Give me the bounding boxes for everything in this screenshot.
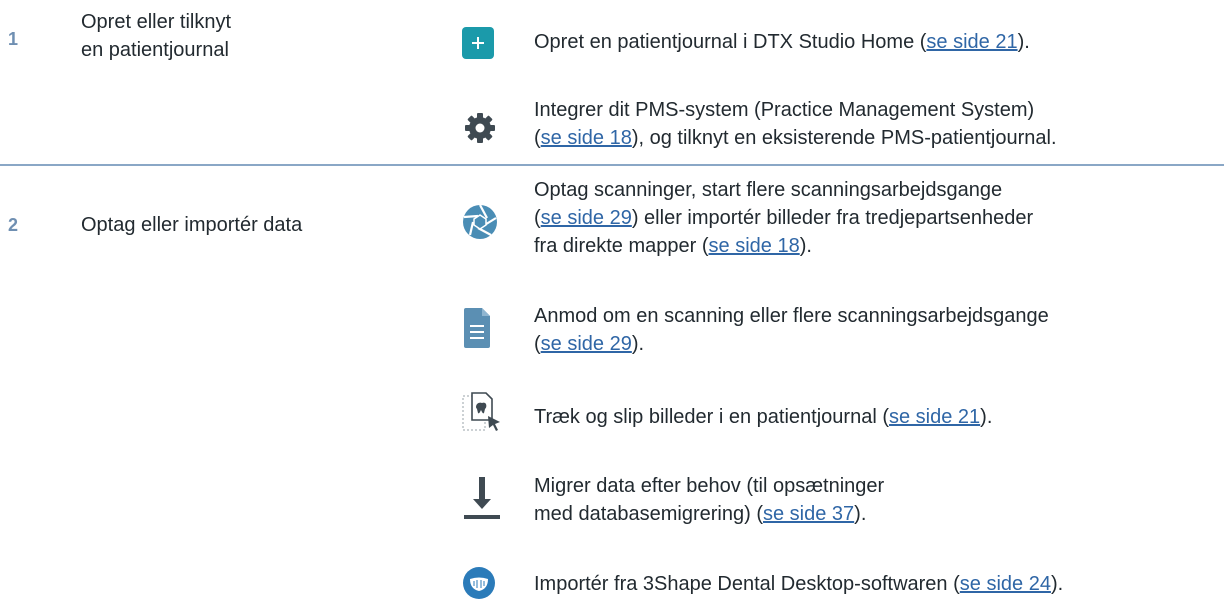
acquire-scans-item: Optag scanninger, start flere scanningsa… bbox=[462, 176, 1224, 266]
create-journal-item: Opret en patientjournal i DTX Studio Hom… bbox=[462, 23, 1224, 83]
drag-drop-item: Træk og slip billeder i en patientjourna… bbox=[462, 392, 1224, 452]
step-title: Optag eller importér data bbox=[81, 214, 303, 236]
aperture-icon[interactable] bbox=[462, 204, 498, 240]
item-text: Træk og slip billeder i en patientjourna… bbox=[534, 406, 993, 428]
document-icon[interactable] bbox=[462, 306, 492, 350]
plus-icon[interactable] bbox=[462, 27, 494, 59]
request-scan-item: Anmod om en scanning eller flere scannin… bbox=[462, 300, 1224, 360]
drag-drop-icon bbox=[462, 392, 502, 434]
item-text: Importér fra 3Shape Dental Desktop-softw… bbox=[534, 573, 1064, 595]
page-link[interactable]: se side 21 bbox=[889, 406, 980, 428]
gear-icon bbox=[462, 110, 498, 146]
item-text: Anmod om en scanning eller flere scannin… bbox=[534, 305, 1049, 355]
migrate-item: Migrer data efter behov (til opsætninger… bbox=[462, 474, 1224, 534]
page-link[interactable]: se side 18 bbox=[541, 127, 632, 149]
page-link[interactable]: se side 18 bbox=[709, 235, 800, 257]
download-icon[interactable] bbox=[462, 476, 502, 520]
section-divider bbox=[0, 164, 1224, 166]
step-number: 1 bbox=[8, 29, 19, 49]
import-3shape-item: Importér fra 3Shape Dental Desktop-softw… bbox=[462, 566, 1224, 604]
page-link[interactable]: se side 21 bbox=[926, 31, 1017, 53]
item-text: Opret en patientjournal i DTX Studio Hom… bbox=[534, 31, 1030, 53]
item-text: Migrer data efter behov (til opsætninger… bbox=[534, 475, 885, 525]
item-text: Integrer dit PMS-system (Practice Manage… bbox=[534, 99, 1057, 149]
page-link[interactable]: se side 24 bbox=[960, 573, 1051, 595]
step-title-line: en patientjournal bbox=[81, 39, 229, 61]
dental-arch-icon[interactable] bbox=[462, 566, 496, 600]
item-text: Optag scanninger, start flere scanningsa… bbox=[534, 179, 1034, 257]
step-number: 2 bbox=[8, 215, 19, 235]
page-link[interactable]: se side 37 bbox=[763, 503, 854, 525]
integrate-pms-item: Integrer dit PMS-system (Practice Manage… bbox=[462, 94, 1224, 154]
step-title-line: Opret eller tilknyt bbox=[81, 11, 232, 33]
step-title: Opret eller tilknyt en patientjournal bbox=[81, 8, 401, 64]
page-link[interactable]: se side 29 bbox=[541, 333, 632, 355]
page-link[interactable]: se side 29 bbox=[541, 207, 632, 229]
